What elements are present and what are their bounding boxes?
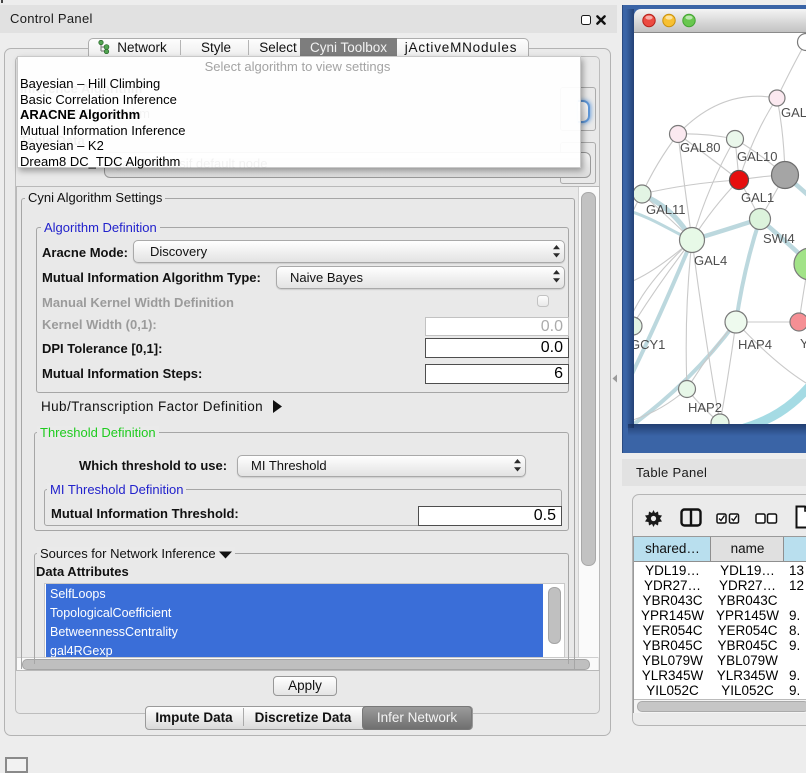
svg-text:SWI4: SWI4 — [763, 231, 795, 246]
svg-text:GAL1: GAL1 — [741, 190, 774, 205]
svg-text:GCY1: GCY1 — [634, 337, 665, 352]
svg-text:HAP4: HAP4 — [738, 337, 772, 352]
svg-text:Y: Y — [800, 336, 806, 351]
svg-text:GAL10: GAL10 — [737, 149, 777, 164]
svg-text:GAL: GAL — [781, 105, 806, 120]
svg-text:GAL80: GAL80 — [680, 140, 720, 155]
svg-text:HAP2: HAP2 — [688, 400, 722, 415]
svg-text:GAL4: GAL4 — [694, 253, 727, 268]
svg-text:GAL11: GAL11 — [646, 202, 686, 217]
